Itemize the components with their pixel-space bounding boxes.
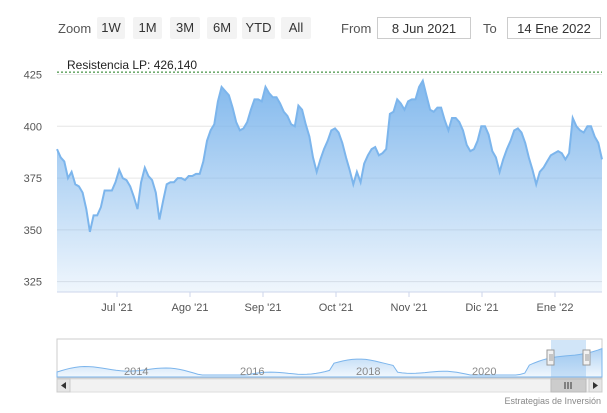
x-tick-label: Dic '21 [465,302,498,314]
x-tick-label: Ene '22 [537,302,574,314]
price-area [57,80,602,292]
navigator-right-handle[interactable] [582,349,591,366]
x-tick-label: Oct '21 [319,302,354,314]
stock-chart: 325350375400425 Resistencia LP: 426,140 … [24,58,603,406]
x-axis: Jul '21 Ago '21 Sep '21 Oct '21 Nov '21 Dic '… [101,292,573,314]
navigator-year-2020: 2020 [472,366,496,378]
y-tick-label: 400 [24,121,42,133]
navigator: 2014 2016 2018 2020 [56,338,603,379]
y-tick-label: 425 [24,70,42,82]
navigator-left-handle[interactable] [546,349,555,366]
x-tick-label: Jul '21 [101,302,132,314]
y-axis: 325 350 375 400 425 [24,70,42,289]
navigator-year-2014: 2014 [124,366,148,378]
navigator-selected-range[interactable] [551,340,586,377]
x-tick-label: Nov '21 [391,302,428,314]
y-tick-label: 325 [24,277,42,289]
y-tick-label: 350 [24,225,42,237]
navigator-year-2016: 2016 [240,366,264,378]
x-tick-label: Ago '21 [172,302,209,314]
resistance-label: Resistencia LP: 426,140 [67,58,197,72]
y-tick-label: 375 [24,173,42,185]
credits-label: Estrategias de Inversión [504,396,601,406]
navigator-year-2018: 2018 [356,366,380,378]
scrollbar[interactable] [56,378,603,393]
scrollbar-track[interactable] [56,378,603,393]
x-tick-label: Sep '21 [245,302,282,314]
